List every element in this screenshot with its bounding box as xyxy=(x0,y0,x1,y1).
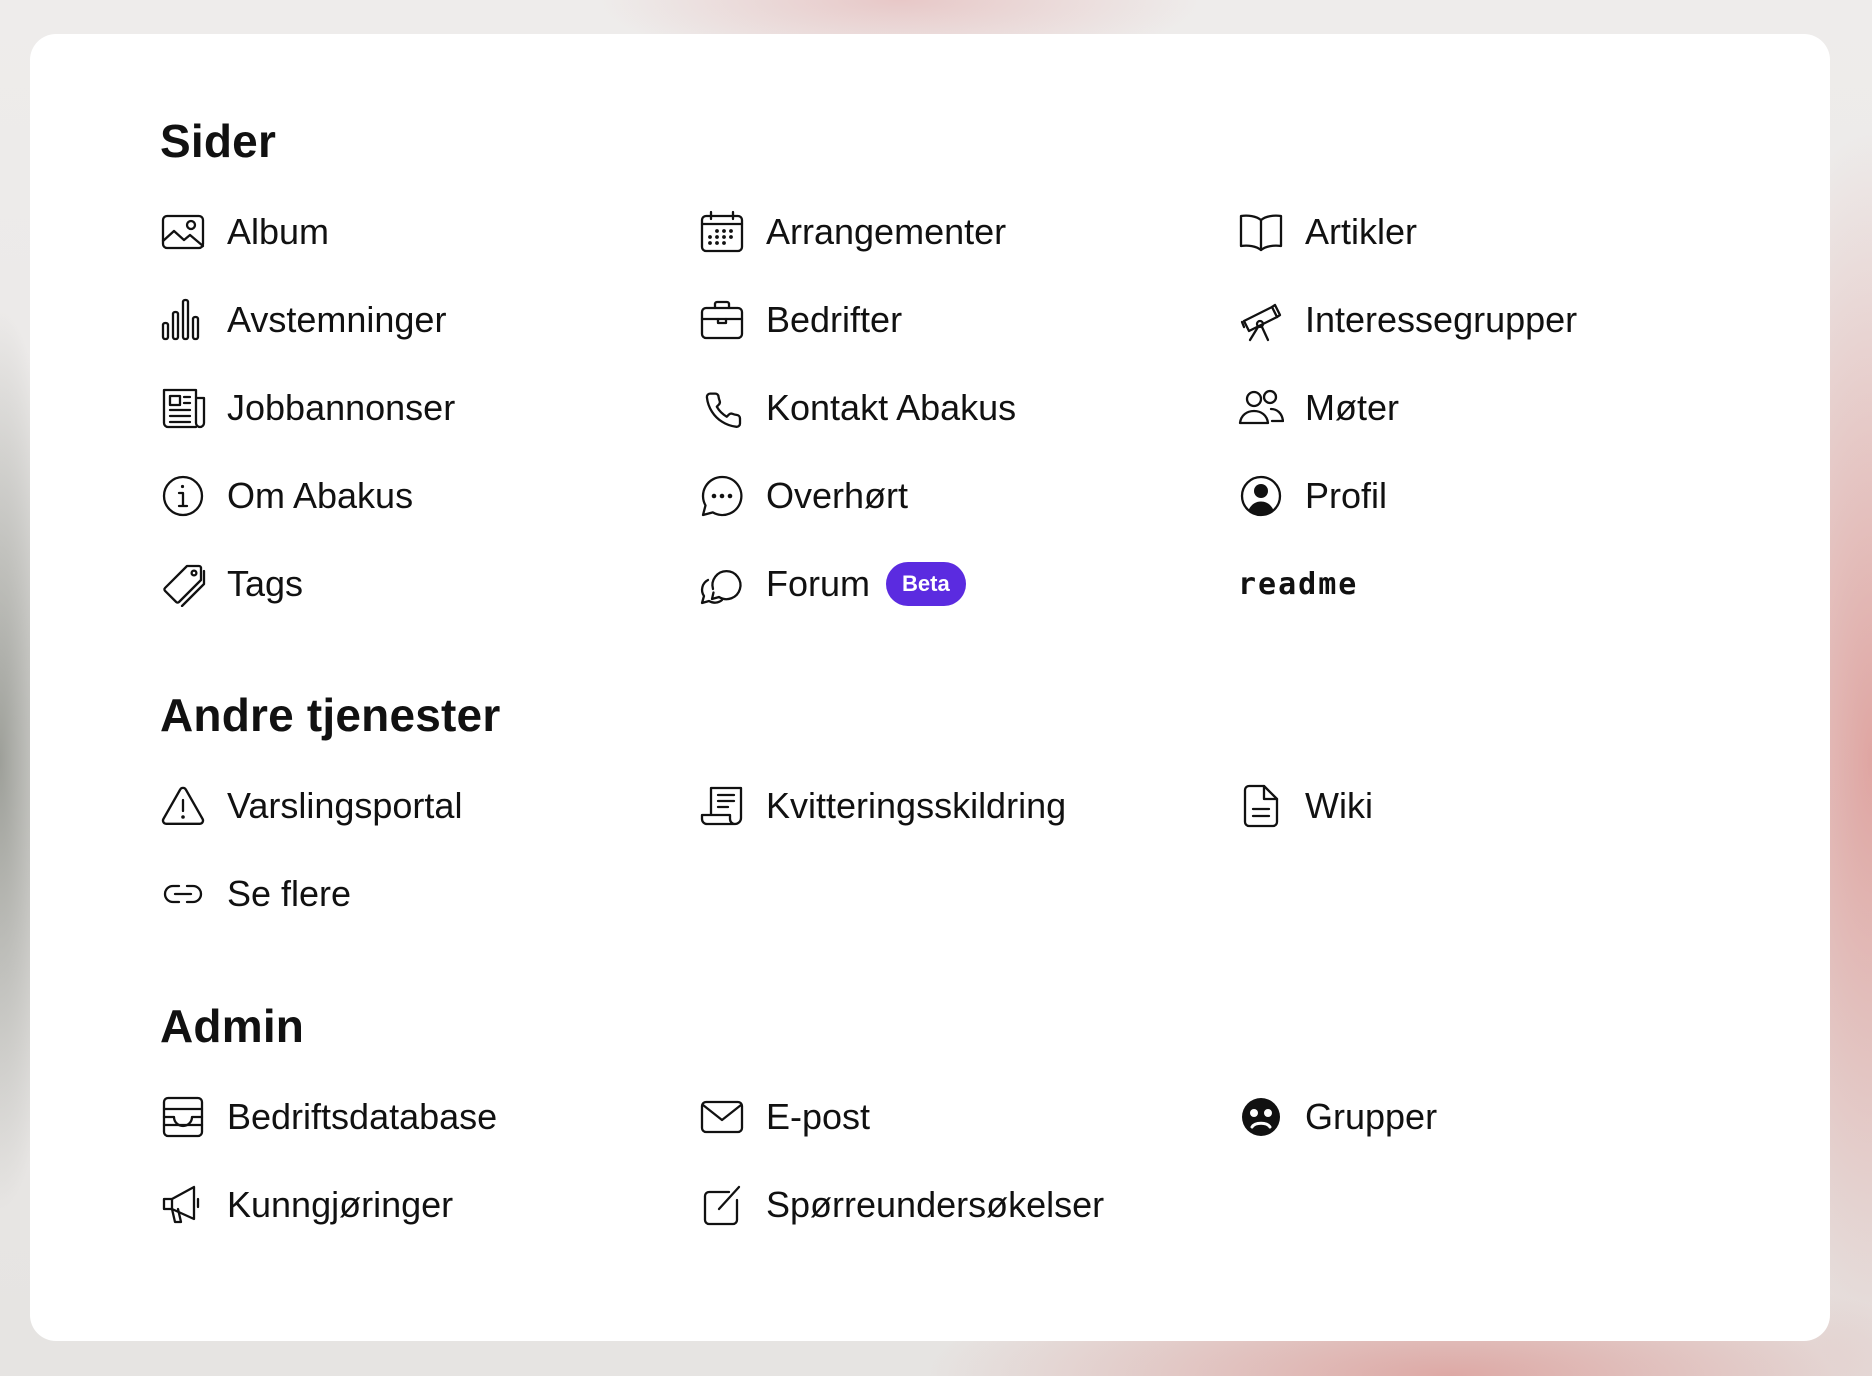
menu-item-label: Se flere xyxy=(227,873,352,914)
user-circle-icon xyxy=(1238,473,1284,519)
menu-item-tags[interactable]: Tags xyxy=(160,540,699,628)
menu-item-interessegrupper[interactable]: Interessegrupper xyxy=(1238,276,1777,364)
menu-item-bedrifter[interactable]: Bedrifter xyxy=(699,276,1238,364)
chat-bubbles-icon xyxy=(699,561,745,607)
pricetags-icon xyxy=(160,561,206,607)
menu-item-label: Album xyxy=(227,211,330,252)
menu-item-label: Kunngjøringer xyxy=(227,1184,454,1225)
briefcase-icon xyxy=(699,297,745,343)
menu-item-wiki[interactable]: Wiki xyxy=(1238,762,1777,850)
sider-grid: Album Arrangementer Artikler Avstemninge… xyxy=(160,188,1777,628)
menu-item-kunngjoringer[interactable]: Kunngjøringer xyxy=(160,1161,699,1249)
readme-logo: readme xyxy=(1238,566,1359,602)
menu-item-label: Bedrifter xyxy=(766,299,903,340)
menu-item-grupper[interactable]: Grupper xyxy=(1238,1073,1777,1161)
menu-item-overhort[interactable]: Overhørt xyxy=(699,452,1238,540)
menu-item-readme[interactable]: readme xyxy=(1238,540,1777,628)
menu-item-moter[interactable]: Møter xyxy=(1238,364,1777,452)
menu-item-label: E-post xyxy=(766,1096,871,1137)
menu-item-forum[interactable]: Forum Beta xyxy=(699,540,1238,628)
menu-item-label: Møter xyxy=(1305,387,1399,428)
create-icon xyxy=(699,1182,745,1228)
menu-item-label: Spørreundersøkelser xyxy=(766,1184,1105,1225)
menu-item-label: Forum xyxy=(766,563,871,604)
menu-item-label: Wiki xyxy=(1305,785,1373,826)
menu-item-arrangementer[interactable]: Arrangementer xyxy=(699,188,1238,276)
menu-item-artikler[interactable]: Artikler xyxy=(1238,188,1777,276)
menu-item-se-flere[interactable]: Se flere xyxy=(160,850,699,938)
menu-item-label: Profil xyxy=(1305,475,1388,516)
menu-item-label: Bedriftsdatabase xyxy=(227,1096,498,1137)
menu-item-varslingsportal[interactable]: Varslingsportal xyxy=(160,762,699,850)
mail-icon xyxy=(699,1094,745,1140)
menu-item-label: Interessegrupper xyxy=(1305,299,1578,340)
menu-item-label: Kontakt Abakus xyxy=(766,387,1017,428)
menu-panel: Sider Album Arrangementer Artikler Avste… xyxy=(30,34,1830,1341)
menu-item-label: Avstemninger xyxy=(227,299,447,340)
menu-item-label: Artikler xyxy=(1305,211,1418,252)
menu-item-jobbannonser[interactable]: Jobbannonser xyxy=(160,364,699,452)
newspaper-icon xyxy=(160,385,206,431)
menu-item-label: Om Abakus xyxy=(227,475,414,516)
chat-bubble-dots-icon xyxy=(699,473,745,519)
menu-item-album[interactable]: Album xyxy=(160,188,699,276)
calendar-icon xyxy=(699,209,745,255)
andre-tjenester-grid: Varslingsportal Kvitteringsskildring Wik… xyxy=(160,762,1777,938)
menu-item-om-abakus[interactable]: Om Abakus xyxy=(160,452,699,540)
section-title-sider: Sider xyxy=(160,115,277,167)
phone-icon xyxy=(699,385,745,431)
menu-item-sporreundersokelser[interactable]: Spørreundersøkelser xyxy=(699,1161,1238,1249)
document-icon xyxy=(1238,783,1284,829)
menu-item-label: Arrangementer xyxy=(766,211,1007,252)
section-title-andre-tjenester: Andre tjenester xyxy=(160,689,501,741)
menu-item-avstemninger[interactable]: Avstemninger xyxy=(160,276,699,364)
section-title-admin: Admin xyxy=(160,1000,305,1052)
archive-icon xyxy=(160,1094,206,1140)
telescope-icon xyxy=(1238,297,1284,343)
menu-item-label: Varslingsportal xyxy=(227,785,463,826)
menu-item-e-post[interactable]: E-post xyxy=(699,1073,1238,1161)
menu-item-label: Jobbannonser xyxy=(227,387,456,428)
book-icon xyxy=(1238,209,1284,255)
menu-item-label: Overhørt xyxy=(766,475,909,516)
beta-badge: Beta xyxy=(886,562,966,606)
menu-item-profil[interactable]: Profil xyxy=(1238,452,1777,540)
link-icon xyxy=(160,871,206,917)
image-icon xyxy=(160,209,206,255)
menu-item-label: Tags xyxy=(227,563,304,604)
menu-item-label: Kvitteringsskildring xyxy=(766,785,1067,826)
bar-chart-icon xyxy=(160,297,206,343)
menu-item-kvitteringsskildring[interactable]: Kvitteringsskildring xyxy=(699,762,1238,850)
warning-icon xyxy=(160,783,206,829)
info-icon xyxy=(160,473,206,519)
people-icon xyxy=(1238,385,1284,431)
menu-item-kontakt-abakus[interactable]: Kontakt Abakus xyxy=(699,364,1238,452)
menu-item-bedriftsdatabase[interactable]: Bedriftsdatabase xyxy=(160,1073,699,1161)
sad-face-icon xyxy=(1238,1094,1284,1140)
admin-grid: Bedriftsdatabase E-post Grupper Kunngjør… xyxy=(160,1073,1777,1249)
receipt-icon xyxy=(699,783,745,829)
menu-item-label: Grupper xyxy=(1305,1096,1438,1137)
megaphone-icon xyxy=(160,1182,206,1228)
